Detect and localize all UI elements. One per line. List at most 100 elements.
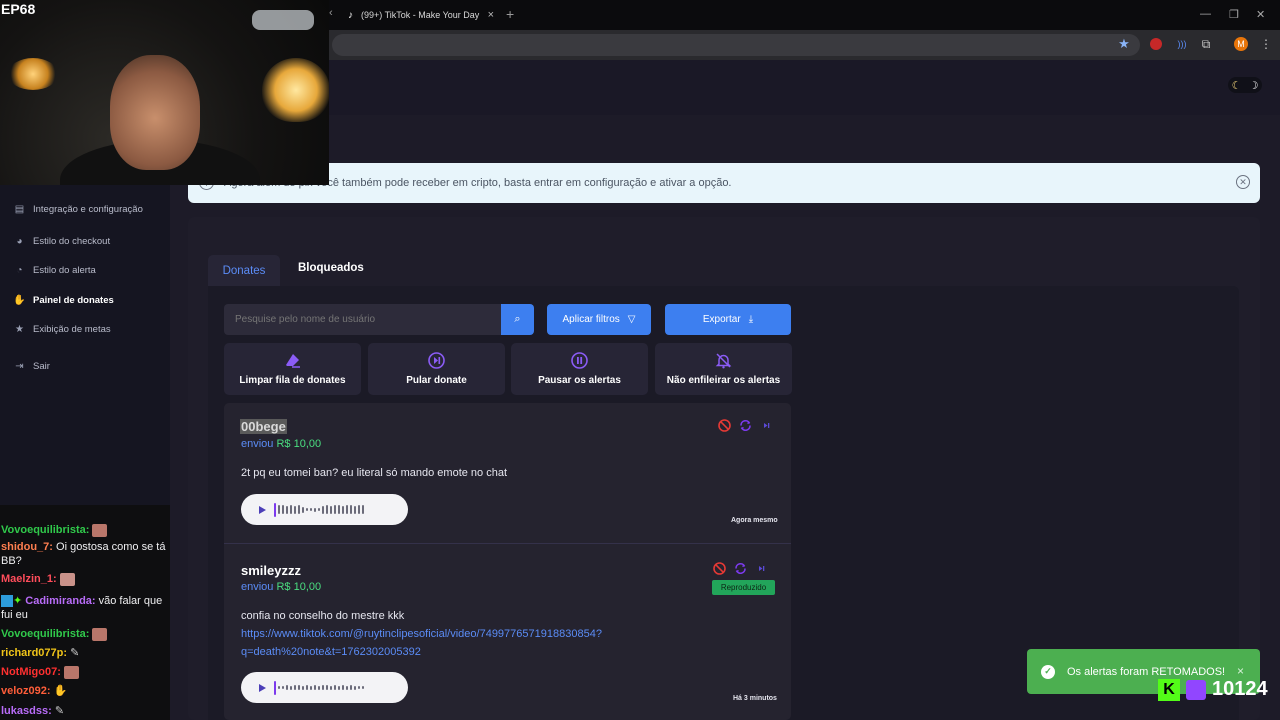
sidebar-item-alerta[interactable]: ◔ Estilo do alerta — [14, 265, 96, 276]
tab-chevron-icon[interactable]: ‹ — [329, 7, 333, 19]
moon-icon: ☾ — [1231, 79, 1242, 92]
donate-message: confia no conselho do mestre kkk — [241, 610, 405, 622]
action-label: Pausar os alertas — [538, 375, 621, 386]
waveform-bar — [358, 686, 360, 689]
waveform-bar — [354, 685, 356, 690]
tab-bloqueados[interactable]: Bloqueados — [298, 262, 364, 274]
block-icon[interactable] — [718, 419, 731, 432]
chat-message: NotMigo07: — [1, 665, 169, 679]
dont-queue-alerts-button[interactable]: Não enfileirar os alertas — [655, 343, 792, 395]
waveform-bar — [322, 505, 324, 514]
sub-counter: K 10124 — [1158, 678, 1268, 701]
play-icon[interactable] — [259, 683, 266, 692]
replay-icon[interactable] — [739, 419, 752, 432]
waveform-bar — [310, 685, 312, 690]
browser-menu-icon[interactable]: ⋮ — [1259, 37, 1273, 51]
emote-icon — [92, 627, 108, 641]
close-banner-icon[interactable]: ✕ — [1236, 175, 1250, 189]
skip-donate-button[interactable]: Pular donate — [368, 343, 505, 395]
streamer-face — [110, 55, 200, 170]
waveform-bar — [314, 685, 316, 690]
toy-car-image — [252, 10, 314, 30]
lamp-light — [262, 58, 329, 122]
waveform-bar — [350, 505, 352, 514]
waveform-bar — [334, 505, 336, 514]
waveform-bar — [302, 506, 304, 513]
waveform-bar — [282, 505, 284, 514]
waveform-bar — [274, 502, 276, 517]
tab-close-icon[interactable]: × — [488, 9, 494, 21]
toast-close-icon[interactable]: × — [1237, 664, 1244, 678]
pause-alerts-button[interactable]: Pausar os alertas — [511, 343, 648, 395]
waveform-bar — [306, 508, 308, 511]
filter-icon: ▽ — [627, 314, 636, 325]
episode-label: EP68 — [1, 1, 36, 17]
emote-icon — [63, 665, 79, 679]
clear-queue-button[interactable]: Limpar fila de donates — [224, 343, 361, 395]
bookmark-star-icon[interactable]: ★ — [1117, 36, 1131, 51]
sidebar-item-label: Estilo do alerta — [33, 265, 96, 276]
waveform-bar — [322, 685, 324, 690]
extension-wave-icon[interactable]: ))) — [1175, 37, 1189, 51]
action-label: Limpar fila de donates — [239, 375, 346, 386]
action-label: Pular donate — [406, 375, 467, 386]
minimize-icon[interactable]: — — [1200, 8, 1211, 20]
play-icon[interactable] — [259, 505, 266, 514]
apply-filters-button[interactable]: Aplicar filtros ▽ — [547, 304, 651, 335]
chat-message: Vovoequilibrista: — [1, 627, 169, 641]
sidebar: ▤ Integração e configuração ◕ Estilo do … — [0, 185, 170, 505]
waveform-bar — [274, 680, 276, 695]
browser-tab-tiktok[interactable]: ♪ (99+) TikTok - Make Your Day × — [338, 4, 500, 26]
url-field[interactable] — [332, 34, 1140, 56]
twitch-logo-icon — [1186, 679, 1206, 700]
sidebar-item-label: Painel de donates — [33, 295, 114, 306]
waveform-bar — [326, 685, 328, 690]
tab-donates[interactable]: Donates — [208, 255, 280, 286]
toast-text: Os alertas foram RETOMADOS! — [1067, 665, 1226, 678]
donate-link[interactable]: https://www.tiktok.com/@ruytinclipesofic… — [241, 625, 641, 661]
divider — [224, 543, 791, 544]
block-icon[interactable] — [713, 562, 726, 575]
new-tab-button[interactable]: + — [506, 6, 514, 22]
audio-waveform[interactable] — [274, 502, 364, 517]
waveform-bar — [354, 505, 356, 514]
sub-count-value: 10124 — [1212, 678, 1268, 700]
skip-icon — [428, 352, 445, 369]
audio-waveform[interactable] — [274, 680, 364, 695]
waveform-bar — [286, 505, 288, 514]
export-button[interactable]: Exportar ⤓ — [665, 304, 791, 335]
search-input[interactable] — [224, 304, 501, 335]
donate-amount-line: enviou R$ 10,00 — [241, 581, 322, 593]
info-banner: Agora além de pix você também pode receb… — [188, 163, 1260, 203]
logout-icon: ⇥ — [15, 361, 24, 372]
extensions-puzzle-icon[interactable]: ⧉ — [1199, 37, 1213, 51]
page-header — [329, 60, 1280, 115]
waveform-bar — [294, 505, 296, 514]
sidebar-item-label: Estilo do checkout — [33, 236, 111, 247]
donate-time: Agora mesmo — [731, 517, 778, 524]
restore-icon[interactable]: ❐ — [1229, 8, 1239, 21]
audio-player[interactable] — [241, 672, 408, 703]
replay-icon[interactable] — [734, 562, 747, 575]
emote-icon: ✎ — [54, 705, 65, 717]
sidebar-item-label: Integração e configuração — [33, 204, 143, 215]
sidebar-item-label: Exibição de metas — [33, 324, 111, 335]
waveform-bar — [290, 685, 292, 690]
sidebar-item-checkout[interactable]: ◕ Estilo do checkout — [14, 236, 110, 247]
sidebar-item-sair[interactable]: ⇥ Sair — [14, 361, 50, 372]
extension-red-icon[interactable] — [1150, 38, 1162, 50]
skip-icon[interactable] — [760, 419, 773, 432]
profile-avatar[interactable]: M — [1234, 37, 1248, 51]
sidebar-item-integracao[interactable]: ▤ Integração e configuração — [14, 204, 143, 215]
skip-icon[interactable] — [755, 562, 768, 575]
sidebar-item-metas[interactable]: ★ Exibição de metas — [14, 324, 111, 335]
waveform-bar — [350, 685, 352, 690]
waveform-bar — [278, 505, 280, 514]
search-button[interactable]: ⌕ — [501, 304, 534, 335]
apply-filters-label: Aplicar filtros — [562, 314, 620, 325]
audio-player[interactable] — [241, 494, 408, 525]
close-window-icon[interactable]: ✕ — [1256, 8, 1265, 21]
sidebar-item-painel-donates[interactable]: ✋ Painel de donates — [13, 295, 114, 306]
waveform-bar — [330, 505, 332, 514]
theme-toggle[interactable]: ☾ ☽ — [1228, 77, 1262, 93]
